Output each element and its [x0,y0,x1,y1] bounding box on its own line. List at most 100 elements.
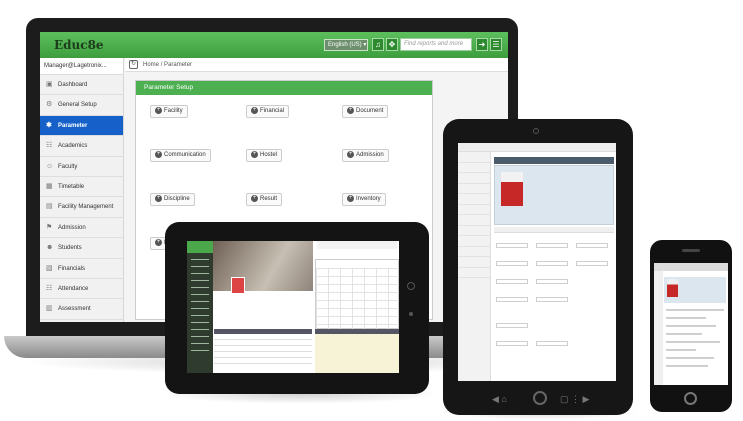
tablet-nav-icons: ◀ ⌂ [492,394,507,404]
phone-home-button [684,392,697,405]
communication-button[interactable]: + Communication [150,149,211,162]
search-input[interactable]: Find reports and more [400,38,472,51]
breadcrumb-separator: / [160,62,163,68]
tablet-portrait-sidebar [458,152,491,381]
tablet-portrait-tabs [494,227,614,233]
facility-button[interactable]: + Facility [150,105,188,118]
sidebar-item-students[interactable]: ☻ Students [40,238,123,259]
plus-icon: + [155,238,162,246]
result-button[interactable]: + Result [246,193,283,206]
sidebar-item-academics[interactable]: ☷ Academics [40,136,123,157]
sidebar-item-label: Assessment [58,306,91,313]
inventory-button[interactable]: + Inventory [342,193,386,206]
top-bar: Educ8e English (US) ▾ ♫ ✥ Find reports a… [40,32,508,58]
button-label: Discipline [164,196,190,202]
tablet-portrait-screen [458,143,616,381]
tablet-landscape-screen [187,241,399,373]
refresh-icon[interactable]: ↻ [129,60,138,69]
sidebar-item-label: Financials [58,265,86,272]
sidebar-item-label: General Setup [58,102,97,109]
students-icon: ☻ [46,244,54,252]
avatar [231,277,245,294]
breadcrumb-current: Parameter [164,62,193,68]
user-account-menu[interactable]: Manager@Lagetronix... [40,58,123,75]
breadcrumb: ↻ Home / Parameter [125,58,508,72]
tablet-sensor [409,312,413,316]
sidebar-item-label: Dashboard [58,82,88,88]
plus-icon: + [347,194,354,202]
sidebar-item-assessment[interactable]: ▥ Assessment [40,299,123,320]
sidebar-item-label: Timetable [58,183,85,190]
button-label: Communication [164,152,206,158]
button-label: Result [260,196,278,202]
financial-button[interactable]: + Financial [246,105,290,118]
plus-icon: + [155,150,162,158]
sidebar-item-parameter[interactable]: ✱ Parameter [40,115,123,137]
notifications-panel [315,329,399,373]
sidebar-item-label: Attendance [58,285,89,292]
plus-icon: + [251,106,258,114]
sidebar-item-label: Parameter [58,122,88,129]
search-go-icon[interactable]: ➜ [476,38,488,51]
calendar-icon: ☷ [46,284,53,292]
button-label: Inventory [356,196,381,202]
phone-speaker [682,249,700,252]
phone-topbar [654,263,728,271]
button-label: Financial [260,108,285,114]
sidebar-item-timetable[interactable]: ▦ Timetable [40,177,123,198]
sidebar-item-dashboard[interactable]: ▣ Dashboard [40,75,123,96]
phone-screen [654,263,728,385]
language-selector[interactable]: English (US) ▾ [324,39,368,51]
plus-icon: + [347,150,354,158]
tablet-portrait-camera [533,128,539,134]
tablet-portrait-topbar [458,143,616,152]
cog-icon: ✱ [46,121,52,129]
breadcrumb-home[interactable]: Home [143,62,159,68]
tablet-nav-icons-right: ▢ ⋮ ▶ [560,394,590,404]
schedule-table [214,329,312,373]
button-label: Document [356,108,384,114]
student-record-header [494,157,614,164]
button-label: Admission [356,152,384,158]
book-icon: ☷ [46,142,53,150]
building-icon: ▤ [46,203,53,211]
sidebar-item-general-setup[interactable]: ⚙ General Setup [40,95,123,116]
menu-icon[interactable]: ☰ [490,38,502,51]
document-button[interactable]: + Document [342,105,389,118]
dashboard-icon: ▣ [46,81,53,88]
sidebar-item-label: Faculty [58,163,78,170]
button-label: Facility [164,108,183,114]
sidebar-item-label: Academics [58,143,88,150]
admission-button[interactable]: + Admission [342,149,389,162]
phone-student-photo [667,279,678,297]
student-profile-card [494,165,614,225]
sidebar-item-financials[interactable]: ▧ Financials [40,259,123,279]
sidebar-item-admission[interactable]: ⚑ Admission [40,218,123,239]
gear-icon: ⚙ [46,101,53,109]
expand-icon[interactable]: ✥ [386,38,398,51]
user-icon: ☺ [46,162,54,170]
sidebar-item-attendance[interactable]: ☷ Attendance [40,279,123,300]
tablet-sidebar [187,241,213,373]
plus-icon: + [251,150,258,158]
sidebar-item-label: Admission [58,224,86,231]
app-logo[interactable]: Educ8e [54,38,104,52]
table-icon: ▦ [46,182,53,190]
tablet-logo [187,241,213,253]
admission-icon: ⚑ [46,223,53,231]
plus-icon: + [251,194,258,202]
phone-sidebar [654,271,663,385]
sidebar-list: ▣ Dashboard ⚙ General Setup ✱ Parameter ☷ Acade… [40,75,123,320]
discipline-button[interactable]: + Discipline [150,193,195,206]
money-icon: ▧ [46,264,53,272]
student-photo [501,172,523,206]
hostel-button[interactable]: + Hostel [246,149,283,162]
microphone-icon[interactable]: ♫ [372,38,384,51]
profile-banner [213,241,313,291]
sidebar-item-label: Facility Management [58,204,114,211]
sidebar-item-faculty[interactable]: ☺ Faculty [40,157,123,177]
sidebar-item-facility-management[interactable]: ▤ Facility Management [40,197,123,218]
calendar-widget [315,259,399,330]
tablet-home-button [533,391,547,405]
tablet-camera [407,282,415,290]
